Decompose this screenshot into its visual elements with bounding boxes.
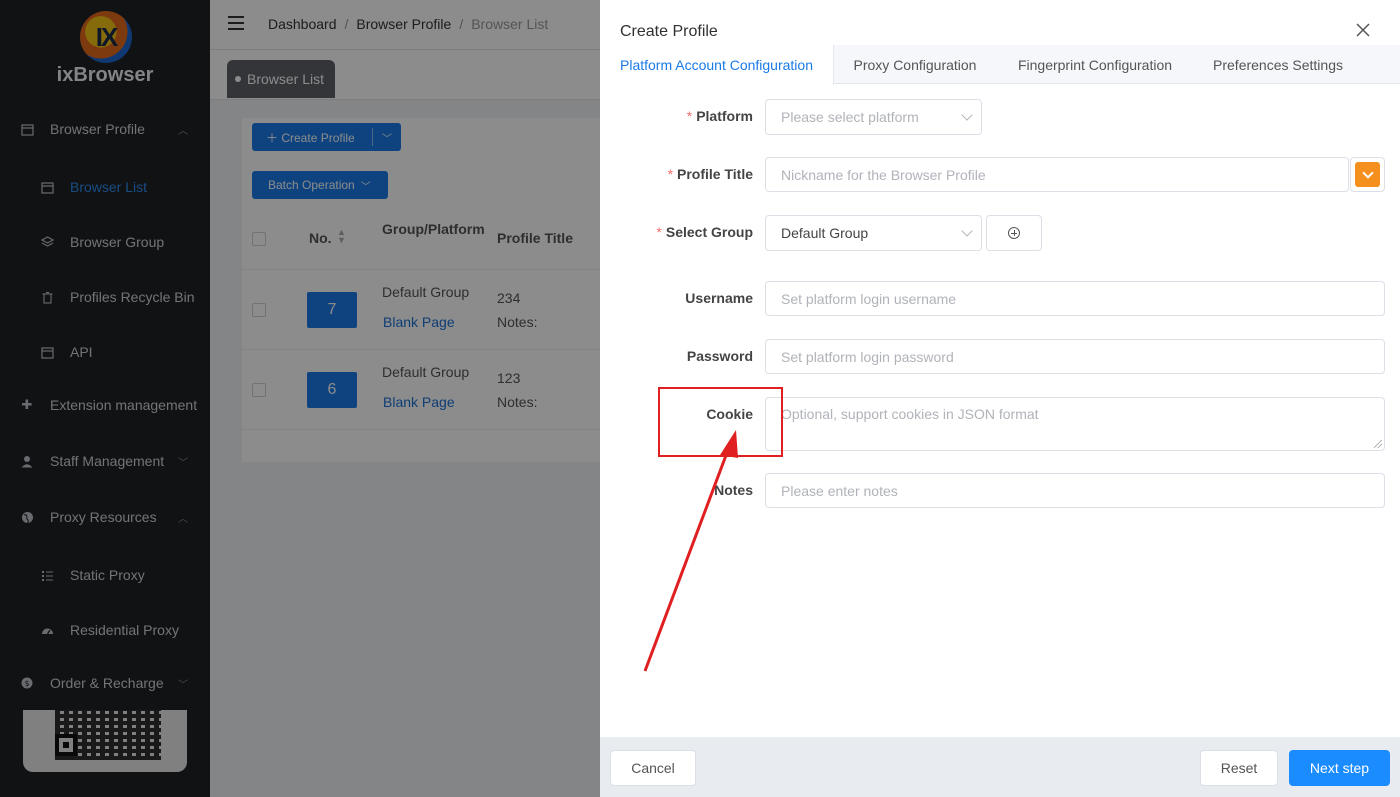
notes-input[interactable]: Please enter notes	[765, 473, 1385, 508]
resize-handle-icon[interactable]	[1374, 440, 1382, 448]
chevron-down-icon	[961, 109, 973, 121]
profile-title-label: * Profile Title	[667, 166, 753, 182]
add-group-button[interactable]	[986, 215, 1042, 251]
select-group-label: * Select Group	[656, 224, 753, 240]
reset-button[interactable]: Reset	[1200, 750, 1278, 786]
group-select[interactable]: Default Group	[765, 215, 982, 251]
plus-circle-icon	[1008, 227, 1020, 239]
password-input[interactable]: Set platform login password	[765, 339, 1385, 374]
username-input[interactable]: Set platform login username	[765, 281, 1385, 316]
chevron-down-icon	[1355, 162, 1380, 187]
tab-proxy-configuration[interactable]: Proxy Configuration	[834, 45, 996, 84]
platform-label: * Platform	[686, 108, 753, 124]
modal-overlay[interactable]	[0, 0, 600, 797]
tab-platform-account[interactable]: Platform Account Configuration	[600, 45, 834, 85]
notes-label: Notes	[714, 482, 753, 498]
tab-preferences-settings[interactable]: Preferences Settings	[1194, 45, 1362, 84]
chevron-down-icon	[961, 225, 973, 237]
config-tabs: Platform Account Configuration Proxy Con…	[600, 45, 1400, 85]
drawer-title: Create Profile	[620, 23, 718, 40]
create-profile-drawer: Create Profile Platform Account Configur…	[600, 0, 1400, 797]
title-options-button[interactable]	[1350, 157, 1385, 192]
next-step-button[interactable]: Next step	[1289, 750, 1390, 786]
platform-select[interactable]: Please select platform	[765, 99, 982, 135]
username-label: Username	[685, 290, 753, 306]
password-label: Password	[686, 348, 753, 364]
cookie-textarea[interactable]: Optional, support cookies in JSON format	[765, 397, 1385, 451]
close-icon[interactable]	[1354, 22, 1372, 40]
cancel-button[interactable]: Cancel	[610, 750, 696, 786]
tab-fingerprint-configuration[interactable]: Fingerprint Configuration	[996, 45, 1194, 84]
cookie-highlight-annotation	[658, 387, 783, 457]
drawer-footer: Cancel Reset Next step	[600, 737, 1400, 797]
profile-title-input[interactable]: Nickname for the Browser Profile	[765, 157, 1349, 192]
